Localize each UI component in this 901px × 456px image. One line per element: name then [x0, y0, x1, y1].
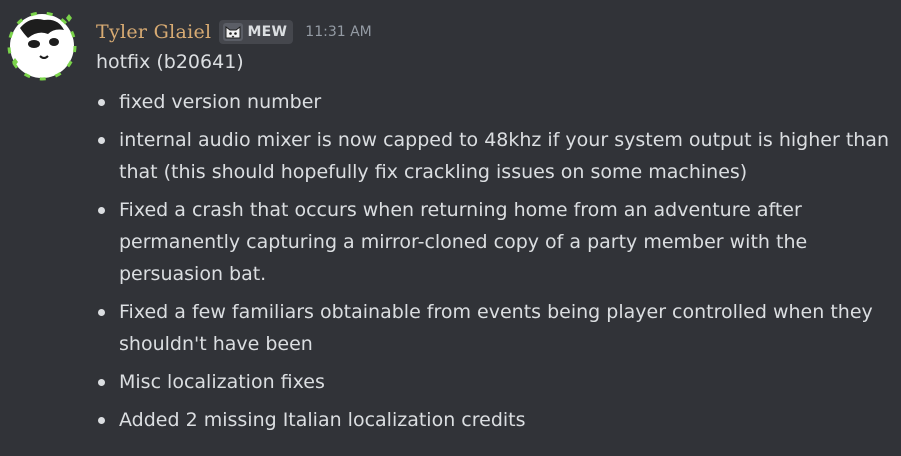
list-item-text: Fixed a crash that occurs when returning…	[119, 199, 808, 285]
list-item-text: internal audio mixer is now capped to 48…	[119, 129, 889, 183]
message-title: hotfix (b20641)	[96, 51, 244, 73]
list-item-text: Added 2 missing Italian localization cre…	[119, 409, 526, 431]
avatar[interactable]	[7, 11, 77, 81]
list-item-text: fixed version number	[119, 91, 322, 113]
list-item: internal audio mixer is now capped to 48…	[94, 124, 894, 188]
bullet-icon	[98, 309, 105, 316]
server-tag[interactable]: MEW	[219, 20, 294, 44]
list-item: Fixed a crash that occurs when returning…	[94, 194, 894, 290]
timestamp[interactable]: 11:31 AM	[305, 24, 371, 40]
list-item: Misc localization fixes	[94, 366, 894, 398]
bullet-icon	[98, 99, 105, 106]
list-item-text: Misc localization fixes	[119, 371, 325, 393]
chat-message: Tyler Glaiel MEW 11:31 AM hotfix (b20641…	[0, 0, 901, 456]
bullet-icon	[98, 207, 105, 214]
bullet-icon	[98, 137, 105, 144]
list-item: fixed version number	[94, 86, 894, 118]
server-tag-label: MEW	[247, 24, 288, 40]
bullet-icon	[98, 417, 105, 424]
list-item-text: Fixed a few familiars obtainable from ev…	[119, 301, 873, 355]
list-item: Fixed a few familiars obtainable from ev…	[94, 296, 894, 360]
patch-notes-list: fixed version number internal audio mixe…	[94, 86, 894, 442]
message-header: Tyler Glaiel MEW 11:31 AM	[96, 18, 372, 46]
cat-face-icon	[223, 23, 244, 41]
bullet-icon	[98, 379, 105, 386]
list-item: Added 2 missing Italian localization cre…	[94, 404, 894, 436]
username[interactable]: Tyler Glaiel	[96, 21, 211, 43]
avatar-cat-drawing	[7, 11, 77, 81]
